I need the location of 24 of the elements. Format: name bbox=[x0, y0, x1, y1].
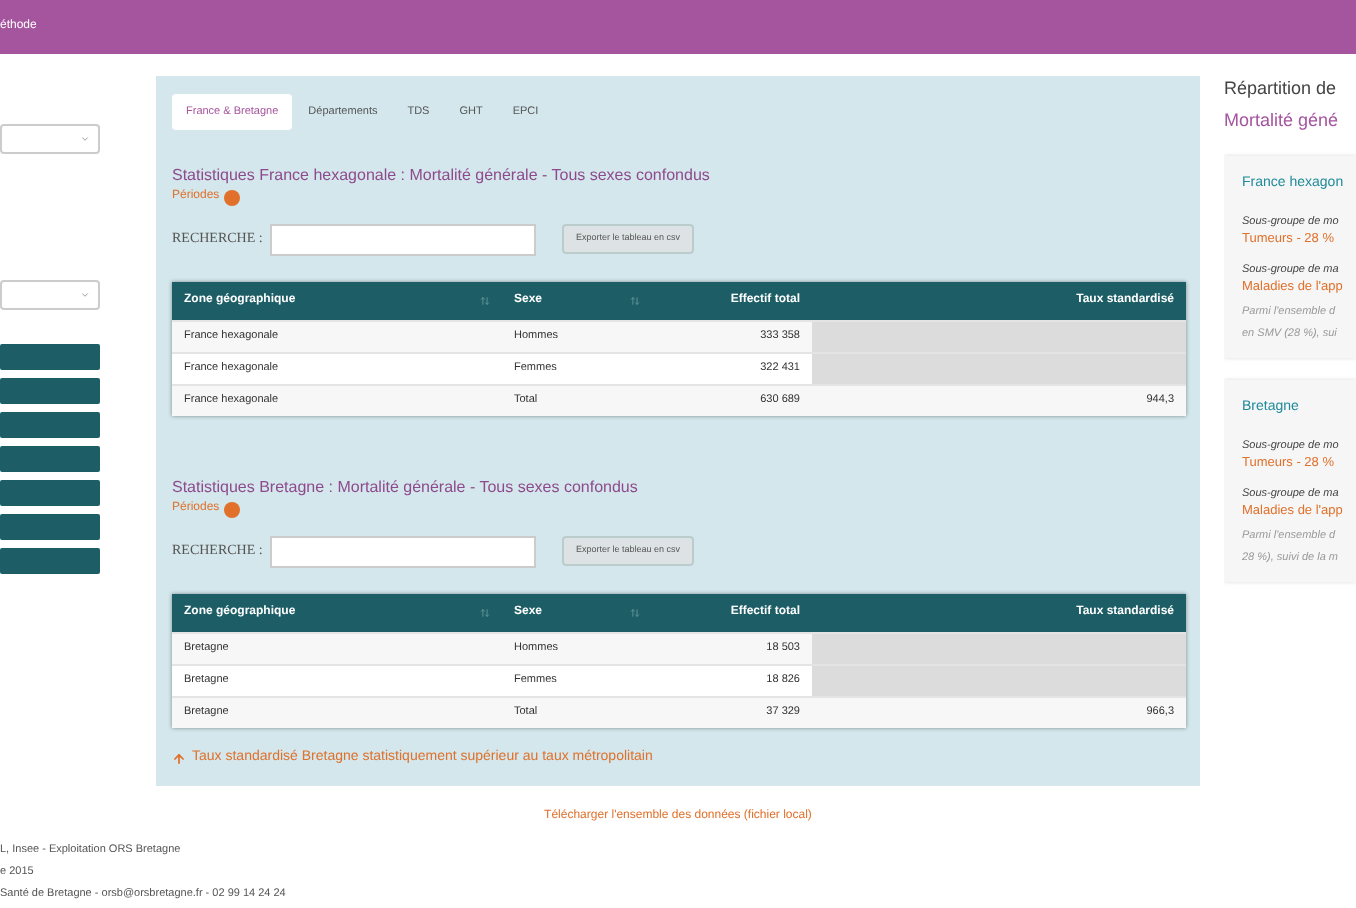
chevron-down-icon bbox=[80, 134, 90, 144]
search-field[interactable] bbox=[270, 535, 536, 567]
sort-icon[interactable] bbox=[480, 296, 490, 306]
aside-subtitle: Mortalité géné bbox=[1224, 107, 1341, 134]
menu-button[interactable] bbox=[0, 412, 100, 438]
select-field[interactable] bbox=[0, 280, 100, 310]
select-field[interactable] bbox=[0, 124, 100, 154]
info-icon[interactable] bbox=[223, 501, 240, 517]
menu-button[interactable] bbox=[0, 480, 100, 506]
menu-button[interactable] bbox=[0, 446, 100, 472]
section-title: Statistiques France hexagonale : Mortalité générale - Tous sexes confondus bbox=[172, 164, 712, 186]
menu-button[interactable] bbox=[0, 378, 100, 404]
info-icon[interactable] bbox=[223, 189, 240, 205]
aside-title: Répartition de bbox=[1224, 76, 1339, 102]
search-field[interactable] bbox=[270, 223, 536, 255]
chevron-down-icon bbox=[80, 290, 90, 300]
menu-button[interactable] bbox=[0, 344, 100, 370]
arrow-up-icon bbox=[172, 751, 186, 766]
menu-button[interactable] bbox=[0, 514, 100, 540]
section-title: Statistiques Bretagne : Mortalité générale - Tous sexes confondus bbox=[172, 476, 640, 498]
menu-button[interactable] bbox=[0, 548, 100, 574]
sort-icon[interactable] bbox=[630, 296, 640, 306]
sort-icon[interactable] bbox=[630, 608, 640, 618]
sort-icon[interactable] bbox=[480, 608, 490, 618]
